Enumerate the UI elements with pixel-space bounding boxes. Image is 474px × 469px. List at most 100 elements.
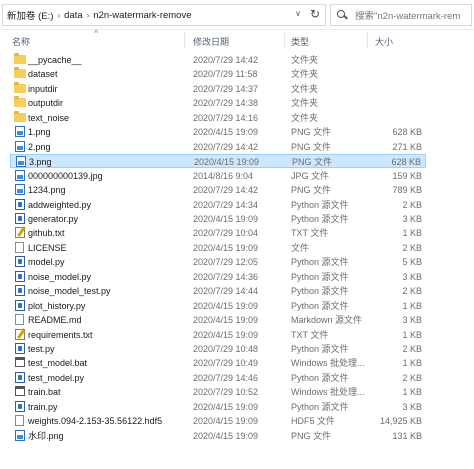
file-size: 2 KB [402, 242, 422, 253]
file-modified-date: 2020/7/29 14:42 [193, 185, 259, 196]
file-type: PNG 文件 [292, 157, 333, 168]
file-row[interactable]: 2.png 2020/7/29 14:42 PNG 文件 271 KB [10, 140, 426, 154]
file-name: train.bat [28, 387, 61, 398]
file-modified-date: 2020/7/29 14:16 [193, 112, 259, 123]
file-modified-date: 2020/4/15 19:09 [193, 329, 259, 340]
file-row[interactable]: weights.094-2.153-35.56122.hdf5 2020/4/15… [10, 414, 426, 428]
file-modified-date: 2020/4/15 19:09 [193, 127, 259, 138]
file-size: 3 KB [402, 213, 422, 224]
column-divider[interactable] [184, 33, 185, 47]
python-icon [15, 285, 25, 297]
file-row[interactable]: test_model.bat 2020/7/29 10:49 Windows 批处理… [10, 356, 426, 370]
file-size: 3 KB [402, 315, 422, 326]
file-row[interactable]: test.py 2020/7/29 10:48 Python 源文件 2 KB [10, 342, 426, 356]
python-icon [15, 371, 25, 383]
file-name: inputdir [28, 83, 58, 94]
file-size: 1 KB [402, 228, 422, 239]
file-name: README.md [28, 315, 82, 326]
column-header-size[interactable]: 大小 [375, 35, 393, 48]
file-row[interactable]: 3.png 2020/4/15 19:09 PNG 文件 628 KB [10, 154, 426, 169]
breadcrumb-separator[interactable]: › [87, 11, 90, 20]
breadcrumb-current[interactable]: n2n-watermark-remove [93, 10, 191, 21]
file-name: github.txt [28, 228, 65, 239]
batch-icon [15, 386, 25, 397]
column-header-type[interactable]: 类型 [291, 35, 309, 48]
file-row[interactable]: inputdir 2020/7/29 14:37 文件夹 [10, 81, 426, 96]
file-modified-date: 2020/7/29 10:04 [193, 228, 259, 239]
file-row[interactable]: model.py 2020/7/29 12:05 Python 源文件 5 KB [10, 255, 426, 269]
address-bar-area: 新加卷 (E:) › data › n2n-watermark-remove ∨… [0, 0, 474, 30]
file-row[interactable]: LICENSE 2020/4/15 19:09 文件 2 KB [10, 241, 426, 255]
file-row[interactable]: train.py 2020/4/15 19:09 Python 源文件 3 KB [10, 400, 426, 414]
file-size: 2 KB [402, 372, 422, 383]
file-row[interactable]: 1234.png 2020/7/29 14:42 PNG 文件 789 KB [10, 183, 426, 197]
file-row[interactable]: requirements.txt 2020/4/15 19:09 TXT 文件 1 K… [10, 328, 426, 342]
file-type: Python 源文件 [291, 286, 349, 297]
file-row[interactable]: outputdir 2020/7/29 14:38 文件夹 [10, 96, 426, 110]
file-row[interactable]: noise_model_test.py 2020/7/29 14:44 Python… [10, 284, 426, 298]
file-type: Windows 批处理... [291, 358, 365, 369]
python-icon [15, 256, 25, 268]
file-row[interactable]: dataset 2020/7/29 11:58 文件夹 [10, 67, 426, 81]
file-type: PNG 文件 [291, 185, 332, 196]
file-row[interactable]: 水印.png 2020/4/15 19:09 PNG 文件 131 KB [10, 429, 426, 443]
file-row[interactable]: text_noise 2020/7/29 14:16 文件夹 [10, 110, 426, 125]
sort-indicator-icon: ^ [94, 28, 99, 38]
folder-icon [14, 53, 26, 64]
search-icon [337, 10, 347, 20]
file-row[interactable]: test_model.py 2020/7/29 14:46 Python 源文件 2 … [10, 371, 426, 385]
file-row[interactable]: github.txt 2020/7/29 10:04 TXT 文件 1 KB [10, 226, 426, 240]
column-divider[interactable] [284, 33, 285, 47]
file-type: Python 源文件 [291, 257, 349, 268]
file-name: test.py [28, 344, 55, 354]
text-icon [15, 227, 25, 239]
file-size: 628 KB [391, 157, 421, 168]
search-input[interactable]: 搜索"n2n-watermark-rem [355, 8, 460, 22]
file-size: 271 KB [392, 141, 422, 152]
file-modified-date: 2020/4/15 19:09 [193, 315, 259, 326]
refresh-icon[interactable]: ↻ [310, 7, 320, 21]
file-size: 3 KB [402, 401, 422, 412]
file-type: Markdown 源文件 [291, 315, 363, 326]
python-icon [15, 212, 25, 224]
file-name: 1.png [28, 127, 51, 138]
file-size: 131 KB [392, 430, 422, 441]
file-size: 2 KB [402, 286, 422, 297]
breadcrumb-drive[interactable]: 新加卷 (E:) [7, 8, 53, 22]
file-row[interactable]: 1.png 2020/4/15 19:09 PNG 文件 628 KB [10, 125, 426, 139]
document-icon [15, 415, 24, 427]
address-bar[interactable]: 新加卷 (E:) › data › n2n-watermark-remove ∨… [2, 4, 326, 26]
folder-icon [14, 81, 26, 93]
file-name: 000000000139.jpg [28, 170, 103, 181]
file-row[interactable]: plot_history.py 2020/4/15 19:09 Python 源文件… [10, 299, 426, 313]
file-row[interactable]: train.bat 2020/7/29 10:52 Windows 批处理... 1 … [10, 385, 426, 399]
file-type: Python 源文件 [291, 300, 349, 311]
file-name: test_model.py [28, 372, 85, 383]
folder-icon [14, 67, 26, 79]
file-type: 文件夹 [291, 98, 319, 109]
file-modified-date: 2020/7/29 14:34 [193, 199, 259, 210]
image-icon [15, 169, 25, 181]
image-icon [15, 429, 25, 441]
breadcrumb-separator[interactable]: › [57, 11, 60, 20]
file-row[interactable]: 000000000139.jpg 2014/8/16 9:04 JPG 文件 159 … [10, 169, 426, 183]
file-type: Python 源文件 [291, 372, 349, 383]
file-row[interactable]: noise_model.py 2020/7/29 14:36 Python 源文件 3… [10, 270, 426, 284]
file-modified-date: 2020/7/29 14:42 [193, 141, 259, 152]
image-icon [15, 184, 25, 196]
folder-icon [14, 96, 26, 108]
column-header-name[interactable]: 名称 [12, 35, 30, 48]
file-row[interactable]: addweighted.py 2020/7/29 14:34 Python 源文件 2… [10, 198, 426, 212]
column-header-date[interactable]: 修改日期 [193, 35, 229, 48]
column-divider[interactable] [367, 33, 368, 47]
search-box[interactable]: 搜索"n2n-watermark-rem [330, 4, 472, 26]
file-modified-date: 2020/7/29 10:48 [193, 344, 259, 354]
file-type: HDF5 文件 [291, 416, 336, 427]
file-row[interactable]: README.md 2020/4/15 19:09 Markdown 源文件 3 KB [10, 313, 426, 327]
file-row[interactable]: generator.py 2020/4/15 19:09 Python 源文件 3 K… [10, 212, 426, 226]
file-type: Python 源文件 [291, 199, 349, 210]
breadcrumb-data[interactable]: data [64, 10, 83, 21]
chevron-down-icon[interactable]: ∨ [295, 9, 301, 18]
file-modified-date: 2014/8/16 9:04 [193, 170, 254, 181]
file-row[interactable]: __pycache__ 2020/7/29 14:42 文件夹 [10, 53, 426, 67]
